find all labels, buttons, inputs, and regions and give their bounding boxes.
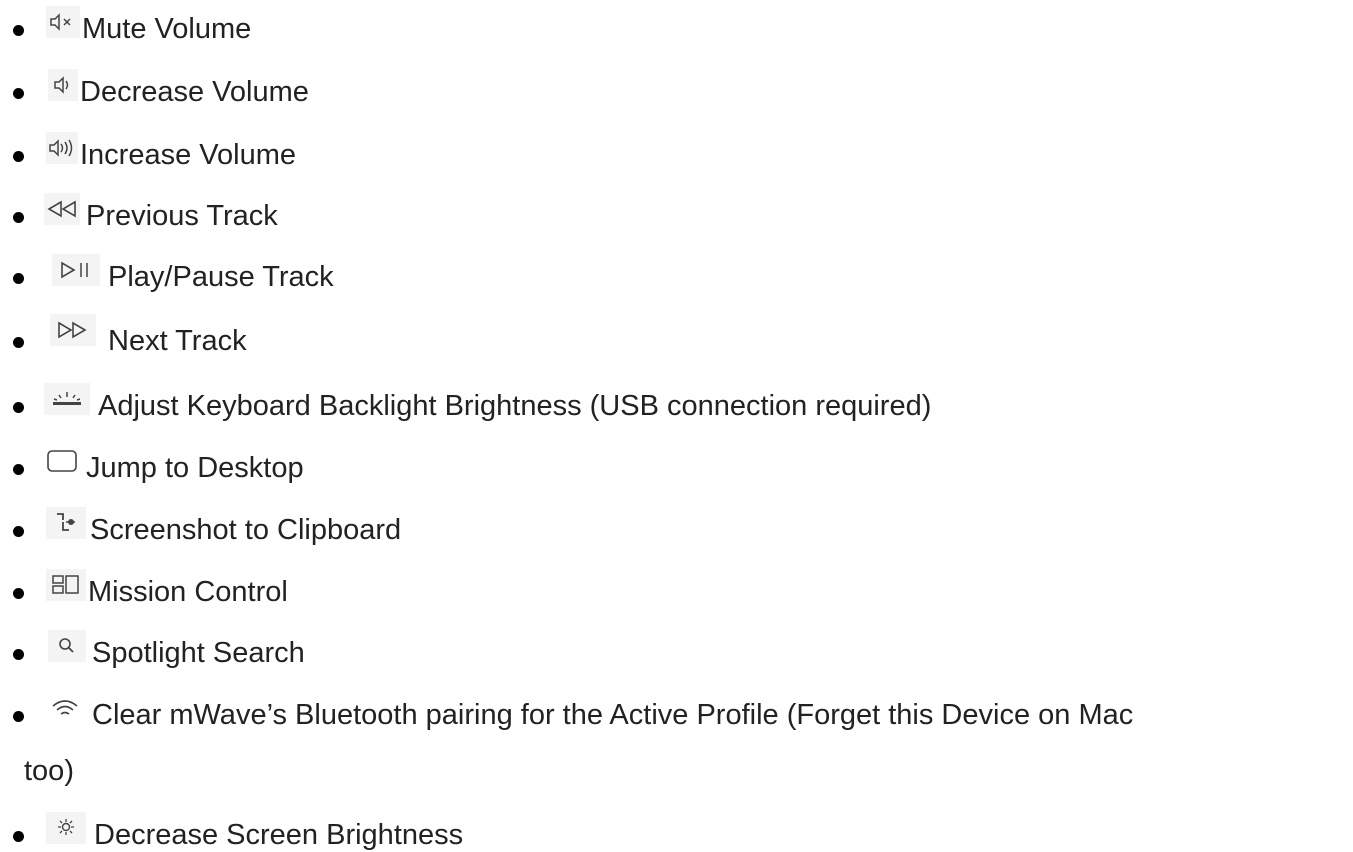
bullet xyxy=(13,337,24,348)
keyboard-backlight-icon xyxy=(44,383,90,415)
search-icon xyxy=(48,630,86,662)
bullet xyxy=(13,212,24,223)
bullet xyxy=(13,88,24,99)
bullet xyxy=(13,711,24,722)
bullet xyxy=(13,273,24,284)
screenshot-icon xyxy=(46,507,86,539)
shortcut-label: Screenshot to Clipboard xyxy=(90,514,402,546)
bullet xyxy=(13,25,24,36)
previous-track-icon xyxy=(44,193,80,225)
shortcut-label: Adjust Keyboard Backlight Brightness (US… xyxy=(98,390,932,422)
shortcut-label: Decrease Screen Brightness xyxy=(94,819,464,851)
play-pause-icon xyxy=(52,254,100,286)
shortcut-label-continued: too) xyxy=(24,755,74,787)
mute-volume-icon xyxy=(46,6,80,38)
bullet xyxy=(13,831,24,842)
mission-control-icon xyxy=(46,569,86,601)
shortcut-label: Next Track xyxy=(108,325,247,357)
bullet xyxy=(13,151,24,162)
bluetooth-wave-icon xyxy=(44,692,86,724)
desktop-icon xyxy=(42,445,82,477)
shortcut-label: Spotlight Search xyxy=(92,637,305,669)
screen-brightness-icon xyxy=(46,812,86,844)
decrease-volume-icon xyxy=(48,69,78,101)
bullet xyxy=(13,649,24,660)
shortcut-label: Decrease Volume xyxy=(80,76,309,108)
shortcut-label: Mission Control xyxy=(88,576,288,608)
next-track-icon xyxy=(50,314,96,346)
bullet xyxy=(13,526,24,537)
bullet xyxy=(13,588,24,599)
shortcut-label: Previous Track xyxy=(86,200,278,232)
shortcut-label: Play/Pause Track xyxy=(108,261,334,293)
bullet xyxy=(13,402,24,413)
shortcut-label: Clear mWave’s Bluetooth pairing for the … xyxy=(92,699,1134,731)
increase-volume-icon xyxy=(46,132,78,164)
shortcut-label: Mute Volume xyxy=(82,13,252,45)
bullet xyxy=(13,464,24,475)
shortcut-label: Increase Volume xyxy=(80,139,297,171)
shortcut-label: Jump to Desktop xyxy=(86,452,304,484)
